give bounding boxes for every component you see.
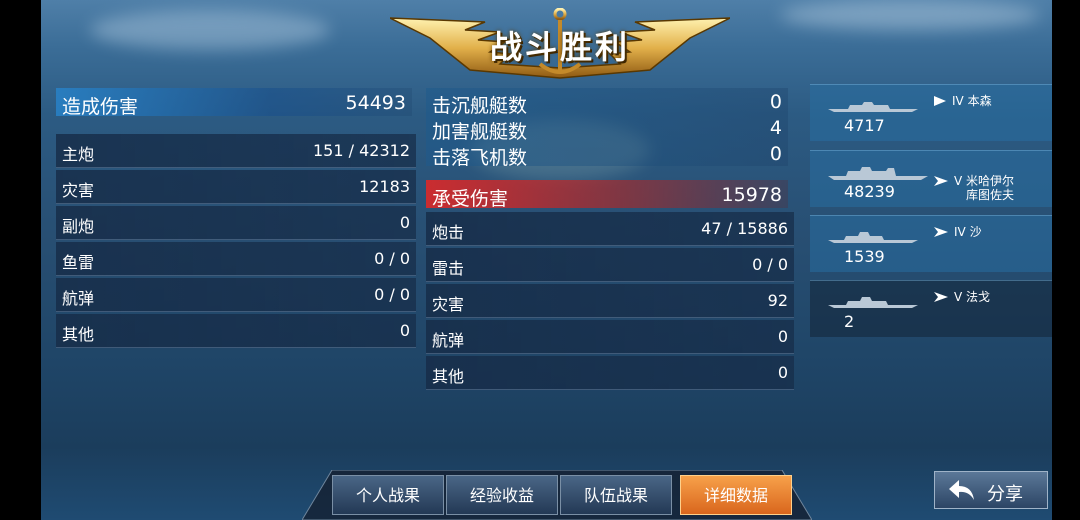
tab-team-results[interactable]: 队伍战果 [560,475,672,515]
ship-card[interactable]: 2 V 法戈 [810,280,1052,337]
battle-result-screen: 战斗胜利 造成伤害 54493 主炮 151 / 42312 灾害 12183 … [0,0,1080,520]
tab-personal-results[interactable]: 个人战果 [332,475,444,515]
ship-damage-value: 4717 [844,116,885,135]
share-label: 分享 [987,484,1023,505]
damage-dealt-header: 造成伤害 54493 [56,88,412,118]
cloud [780,0,1040,30]
cloud [90,10,330,50]
tab-detailed-data[interactable]: 详细数据 [680,475,792,515]
destroyer-silhouette-icon [828,102,918,112]
table-row: 灾害 12183 [56,170,416,204]
damage-taken-total: 15978 [721,184,782,206]
left-letterbox [0,0,41,520]
ship-card[interactable]: 4717 IV 本森 [810,84,1052,141]
cruiser-icon [934,176,948,186]
row-label: 主炮 [62,145,95,164]
row-value: 92 [767,291,788,310]
row-label: 航弹 [432,331,465,350]
ship-tier-name: IV 沙 [934,225,982,239]
ship-tier: IV [952,94,964,108]
row-value: 0 / 0 [374,285,410,304]
row-value: 0 [399,213,410,232]
victory-banner: 战斗胜利 [390,8,730,80]
damage-dealt-total: 54493 [345,92,406,114]
stat-value: 0 [769,143,782,165]
ship-card[interactable]: 1539 IV 沙 [810,215,1052,272]
destroyer-icon [934,96,946,106]
row-label: 其他 [62,325,95,344]
table-row: 航弹 0 [426,320,794,354]
stat-value: 0 [769,91,782,113]
stat-row: 加害舰艇数 4 [426,114,788,143]
table-row: 主炮 151 / 42312 [56,134,416,168]
stat-value: 4 [769,117,782,139]
ship-name: 米哈伊尔 库图佐夫 [966,174,1015,202]
ship-damage-value: 1539 [844,247,885,266]
ship-tier: V [954,174,963,188]
tab-bar: 个人战果 经验收益 队伍战果 详细数据 [302,470,812,520]
cruiser-silhouette-icon [828,232,918,243]
ship-name: 沙 [969,225,982,239]
ship-tier: V [954,290,963,304]
stat-row: 击沉舰艇数 0 [426,88,788,117]
row-label: 副炮 [62,217,95,236]
table-row: 副炮 0 [56,206,416,240]
damage-taken-label: 承受伤害 [432,188,509,210]
row-value: 0 [777,363,788,382]
row-label: 炮击 [432,223,465,242]
damage-taken-header: 承受伤害 15978 [426,180,788,210]
ship-tier-name: V 法戈 [934,290,990,304]
table-row: 其他 0 [56,314,416,348]
stat-row: 击落飞机数 0 [426,140,788,169]
cruiser-silhouette-icon [828,297,918,308]
cruiser-silhouette-icon [828,167,928,180]
damage-dealt-label: 造成伤害 [62,96,139,118]
row-value: 47 / 15886 [701,219,788,238]
ship-tier-name: V 米哈伊尔 库图佐夫 [934,160,1014,202]
stat-label: 击落飞机数 [432,147,528,169]
row-value: 0 [399,321,410,340]
cruiser-icon [934,292,948,302]
page-title: 战斗胜利 [489,28,630,66]
tab-experience-gain[interactable]: 经验收益 [446,475,558,515]
right-letterbox [1052,0,1080,520]
share-button[interactable]: 分享 [934,471,1048,509]
table-row: 雷击 0 / 0 [426,248,794,282]
ship-name: 本森 [967,94,992,108]
ship-damage-value: 48239 [844,182,895,201]
row-value: 0 / 0 [752,255,788,274]
table-row: 炮击 47 / 15886 [426,212,794,246]
row-value: 151 / 42312 [313,141,410,160]
row-value: 0 / 0 [374,249,410,268]
row-value: 12183 [359,177,410,196]
ship-damage-value: 2 [844,312,855,331]
table-row: 鱼雷 0 / 0 [56,242,416,276]
row-label: 灾害 [432,295,465,314]
row-label: 航弹 [62,289,95,308]
ship-card[interactable]: 48239 V 米哈伊尔 库图佐夫 [810,150,1052,207]
row-value: 0 [777,327,788,346]
row-label: 雷击 [432,259,465,278]
back-arrow-icon [949,480,974,500]
table-row: 其他 0 [426,356,794,390]
table-row: 航弹 0 / 0 [56,278,416,312]
ship-tier-name: IV 本森 [934,94,992,108]
row-label: 灾害 [62,181,95,200]
row-label: 鱼雷 [62,253,95,272]
table-row: 灾害 92 [426,284,794,318]
row-label: 其他 [432,367,465,386]
cruiser-icon [934,227,948,237]
ship-tier: IV [954,225,966,239]
ship-name: 法戈 [966,290,991,304]
